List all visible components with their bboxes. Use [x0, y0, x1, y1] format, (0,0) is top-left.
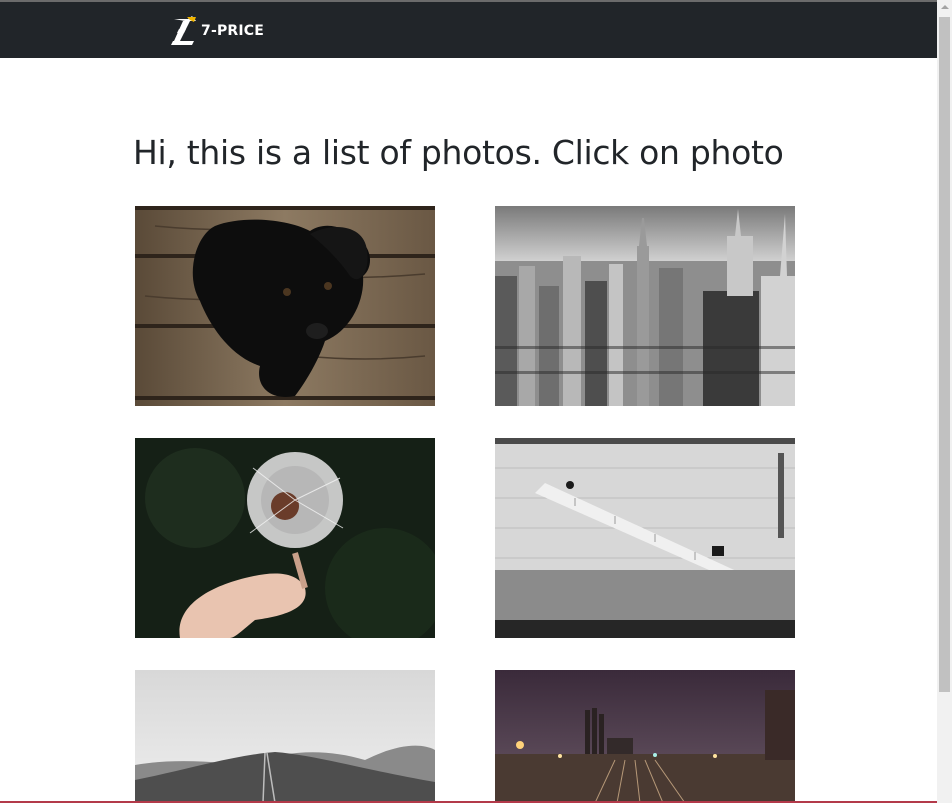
photo-stairs-wall[interactable]	[495, 438, 795, 638]
vertical-scrollbar[interactable]	[937, 0, 952, 803]
photo-railway-night[interactable]	[495, 670, 795, 803]
scrollbar-thumb[interactable]	[939, 17, 950, 692]
top-navbar: 7-PRICE	[0, 2, 937, 58]
scroll-up-arrow-icon[interactable]	[937, 0, 952, 15]
photo-puppy[interactable]	[135, 206, 435, 406]
photo-hills[interactable]	[135, 670, 435, 803]
photo-dandelion[interactable]	[135, 438, 435, 638]
7-price-logo-icon	[171, 16, 196, 45]
photo-city-skyline[interactable]	[495, 206, 795, 406]
brand-link[interactable]: 7-PRICE	[170, 15, 264, 47]
brand-name: 7-PRICE	[201, 23, 265, 39]
page-heading: Hi, this is a list of photos. Click on p…	[133, 133, 784, 172]
